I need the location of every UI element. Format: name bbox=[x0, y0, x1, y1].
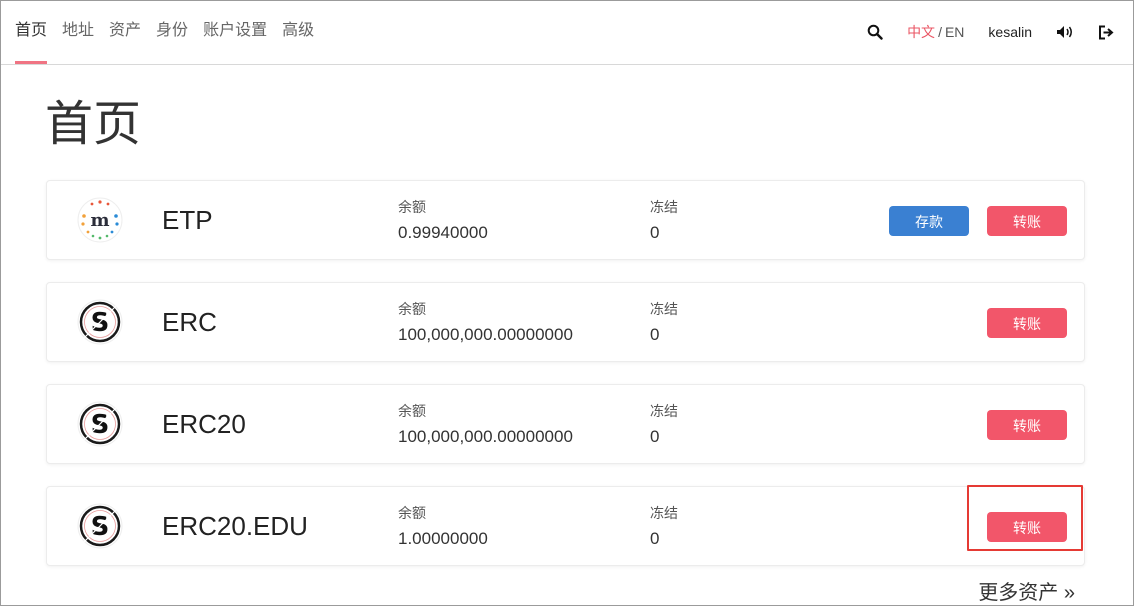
logout-icon[interactable] bbox=[1098, 25, 1114, 40]
frozen-label: 冻结 bbox=[650, 199, 678, 215]
frozen-label: 冻结 bbox=[650, 301, 678, 317]
asset-name: ERC20 bbox=[162, 409, 246, 439]
svg-text:m: m bbox=[90, 210, 109, 231]
search-icon[interactable] bbox=[867, 24, 883, 40]
svg-text:S: S bbox=[91, 308, 110, 338]
transfer-button[interactable]: 转账 bbox=[987, 410, 1067, 440]
svg-text:S: S bbox=[91, 512, 110, 542]
page-title: 首页 bbox=[45, 96, 142, 152]
lang-en[interactable]: EN bbox=[945, 24, 964, 40]
lang-separator: / bbox=[938, 24, 942, 40]
balance-value: 0.99940000 bbox=[398, 223, 488, 242]
nav-item-assets[interactable]: 资产 bbox=[109, 0, 141, 64]
nav-item-address[interactable]: 地址 bbox=[62, 0, 94, 64]
metaverse-m-icon: m bbox=[77, 197, 123, 243]
frozen-value: 0 bbox=[650, 325, 660, 344]
nav-item-identity[interactable]: 身份 bbox=[156, 0, 188, 64]
nav-right: 中文 / EN kesalin bbox=[843, 0, 1114, 64]
nav-item-account-settings[interactable]: 账户设置 bbox=[203, 0, 267, 64]
language-switcher[interactable]: 中文 / EN bbox=[907, 22, 964, 42]
asset-card-erc: S ERC 余额 100,000,000.00000000 冻结 0 转账 bbox=[46, 282, 1085, 362]
asset-card-etp: m ETP 余额 0.99940000 冻结 0 存款 转账 bbox=[46, 180, 1085, 260]
asset-card-erc20: S ERC20 余额 100,000,000.00000000 冻结 0 转账 bbox=[46, 384, 1085, 464]
deposit-button[interactable]: 存款 bbox=[889, 206, 969, 236]
top-navbar: 首页 地址 资产 身份 账户设置 高级 中文 / EN kesalin bbox=[0, 0, 1134, 65]
asset-name: ERC bbox=[162, 307, 217, 337]
more-assets-link[interactable]: 更多资产 » bbox=[978, 576, 1075, 605]
transfer-button[interactable]: 转账 bbox=[987, 308, 1067, 338]
asset-name: ETP bbox=[162, 205, 213, 235]
svg-text:S: S bbox=[91, 410, 110, 440]
asset-name: ERC20.EDU bbox=[162, 511, 308, 541]
frozen-value: 0 bbox=[650, 427, 660, 446]
s-coin-icon: S bbox=[77, 401, 123, 447]
asset-card-erc20-edu: S ERC20.EDU 余额 1.00000000 冻结 0 转账 bbox=[46, 486, 1085, 566]
lang-zh[interactable]: 中文 bbox=[907, 22, 935, 42]
balance-value: 1.00000000 bbox=[398, 529, 488, 548]
transfer-button[interactable]: 转账 bbox=[987, 206, 1067, 236]
balance-value: 100,000,000.00000000 bbox=[398, 427, 573, 446]
balance-label: 余额 bbox=[398, 301, 426, 317]
main-nav: 首页 地址 资产 身份 账户设置 高级 bbox=[15, 0, 329, 64]
nav-item-advanced[interactable]: 高级 bbox=[282, 0, 314, 64]
s-coin-icon: S bbox=[77, 503, 123, 549]
balance-label: 余额 bbox=[398, 403, 426, 419]
volume-icon[interactable] bbox=[1056, 25, 1074, 39]
frozen-value: 0 bbox=[650, 529, 660, 548]
frozen-label: 冻结 bbox=[650, 505, 678, 521]
frozen-value: 0 bbox=[650, 223, 660, 242]
nav-item-home[interactable]: 首页 bbox=[15, 0, 48, 64]
balance-value: 100,000,000.00000000 bbox=[398, 325, 573, 344]
balance-label: 余额 bbox=[398, 199, 426, 215]
s-coin-icon: S bbox=[77, 299, 123, 345]
username[interactable]: kesalin bbox=[988, 24, 1032, 40]
highlight-box bbox=[967, 485, 1083, 551]
frozen-label: 冻结 bbox=[650, 403, 678, 419]
balance-label: 余额 bbox=[398, 505, 426, 521]
asset-list: m ETP 余额 0.99940000 冻结 0 存款 转账 S ERC 余额 … bbox=[46, 180, 1085, 588]
